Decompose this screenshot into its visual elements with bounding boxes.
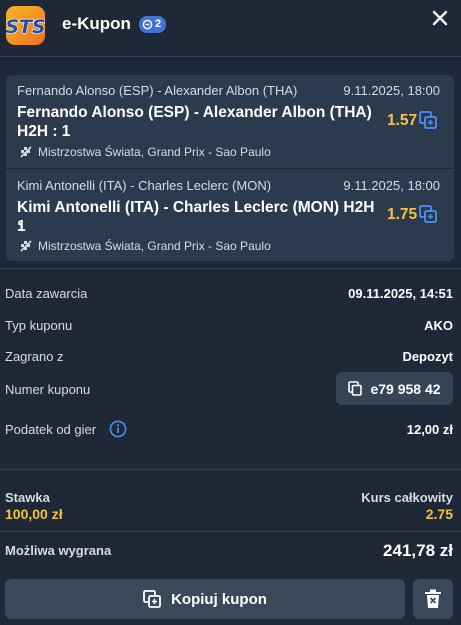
- detail-label: Zagrano z: [5, 349, 64, 364]
- stake-label: Stawka: [5, 490, 50, 505]
- section-divider: [0, 268, 461, 269]
- delete-coupon-button[interactable]: [413, 579, 453, 619]
- win-divider: [0, 531, 461, 532]
- bet-event-small: Kimi Antonelli (ITA) - Charles Leclerc (…: [17, 178, 272, 193]
- bet-odds: 1.57: [387, 112, 418, 129]
- detail-value: 12,00 zł: [406, 422, 453, 437]
- copy-coupon-button[interactable]: Kopiuj kupon: [5, 579, 405, 619]
- detail-label: Data zawarcia: [5, 286, 88, 301]
- detail-label: Typ kuponu: [5, 318, 73, 333]
- page-title: e-Kupon: [62, 14, 131, 33]
- copy-coupon-label: Kopiuj kupon: [171, 590, 267, 608]
- detail-value: 09.11.2025, 14:51: [348, 286, 453, 301]
- detail-label: Numer kuponu: [5, 382, 91, 397]
- bets-list: Fernando Alonso (ESP) - Alexander Albon …: [6, 75, 454, 261]
- bet-count: 2: [154, 18, 162, 30]
- possible-win-label: Możliwa wygrana: [5, 543, 112, 558]
- bet-league-label: Mistrzostwa Świata, Grand Prix - Sao Pau…: [38, 145, 271, 159]
- bet-name-line2: H2H : 1: [17, 123, 71, 140]
- total-odds-value: 2.75: [425, 506, 453, 522]
- coupon-number: e79 958 42: [370, 380, 441, 397]
- bet-name-line2: 1: [17, 218, 26, 235]
- summary-divider: [0, 469, 461, 470]
- info-icon[interactable]: [109, 420, 127, 438]
- copy-icon[interactable]: [419, 205, 437, 223]
- header: STS e-Kupon 2: [0, 0, 461, 56]
- copy-icon[interactable]: [419, 111, 437, 129]
- bet-event-small: Fernando Alonso (ESP) - Alexander Albon …: [17, 83, 298, 98]
- racing-icon: [20, 146, 32, 158]
- bet-count-badge: 2: [138, 15, 167, 33]
- stake-value: 100,00 zł: [5, 506, 63, 522]
- racing-icon: [20, 240, 32, 252]
- detail-value: Depozyt: [402, 349, 453, 364]
- copy-icon: [348, 381, 363, 396]
- possible-win-value: 241,78 zł: [383, 541, 453, 560]
- bet-divider: [6, 168, 454, 169]
- trash-icon: [425, 589, 441, 608]
- bet-league-label: Mistrzostwa Świata, Grand Prix - Sao Pau…: [38, 239, 271, 253]
- sts-logo: STS: [6, 6, 45, 45]
- bet-league: Mistrzostwa Świata, Grand Prix - Sao Pau…: [19, 239, 271, 253]
- title-wrap: e-Kupon 2: [62, 14, 167, 34]
- close-icon[interactable]: [429, 7, 451, 29]
- bet-date: 9.11.2025, 18:00: [343, 178, 440, 193]
- svg-text:STS: STS: [6, 16, 45, 38]
- detail-value: AKO: [424, 318, 453, 333]
- bet-name-line1: Fernando Alonso (ESP) - Alexander Albon …: [17, 104, 372, 121]
- bet-odds: 1.75: [387, 206, 418, 223]
- bet-league: Mistrzostwa Świata, Grand Prix - Sao Pau…: [19, 145, 271, 159]
- detail-label: Podatek od gier: [5, 422, 97, 437]
- total-odds-label: Kurs całkowity: [361, 490, 453, 505]
- bet-date: 9.11.2025, 18:00: [343, 83, 440, 98]
- coupon-number-button[interactable]: e79 958 42: [336, 372, 453, 405]
- copy-icon: [143, 590, 161, 608]
- header-divider: [0, 56, 461, 57]
- coupon-icon: [142, 19, 153, 29]
